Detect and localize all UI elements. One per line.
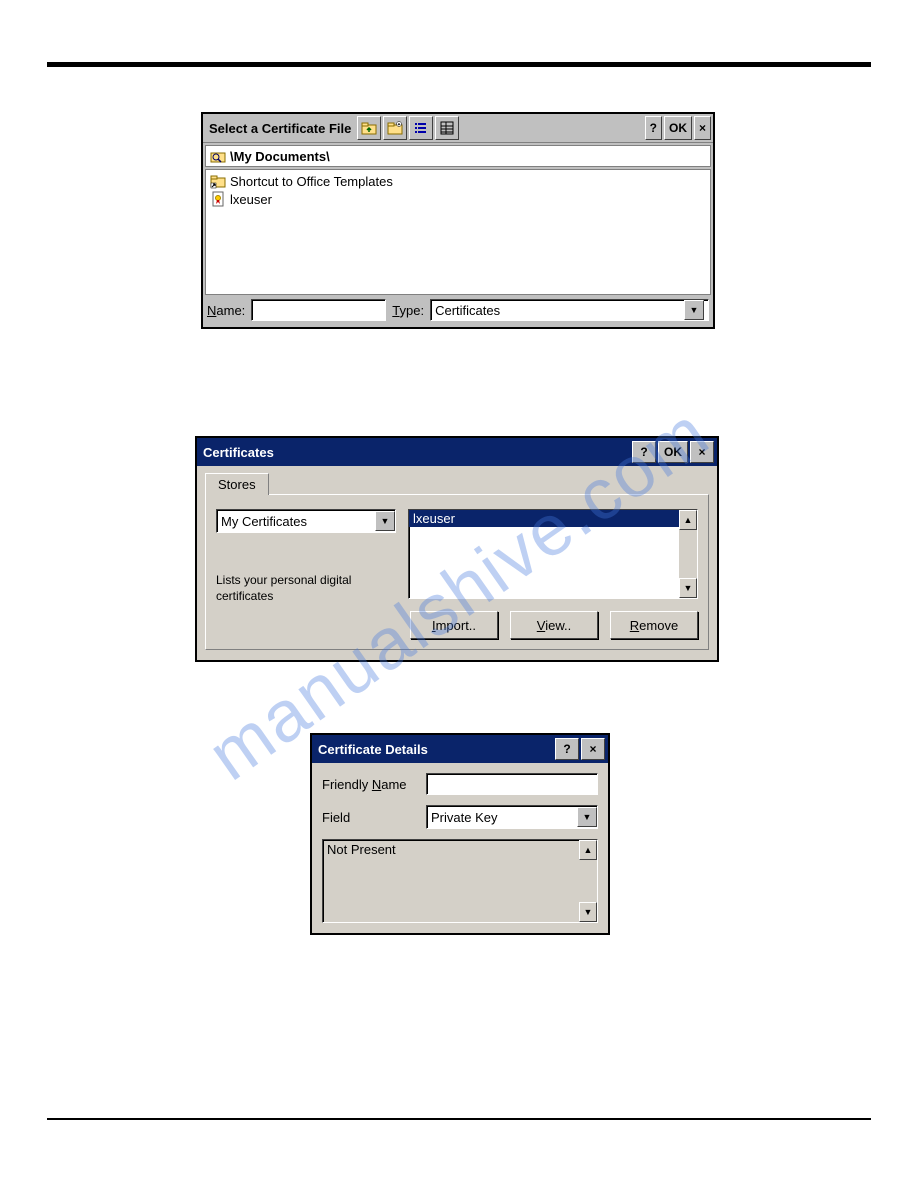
type-value: Certificates — [435, 303, 500, 318]
dialog2-titlebar: Certificates ? OK × — [197, 438, 717, 466]
top-rule — [47, 62, 871, 67]
folder-up-icon — [361, 120, 377, 136]
list-icon — [413, 120, 429, 136]
view-button[interactable]: View.. — [510, 611, 598, 639]
search-folder-icon — [210, 148, 226, 164]
details-view-button[interactable] — [435, 116, 459, 140]
dialog2-title: Certificates — [203, 445, 630, 460]
scrollbar[interactable]: ▲ ▼ — [579, 840, 597, 922]
file-name: lxeuser — [230, 192, 272, 207]
certificates-dialog: Certificates ? OK × Stores My Certificat… — [195, 436, 719, 662]
name-input[interactable] — [251, 299, 386, 321]
select-cert-file-dialog: Select a Certificate File ✦ ? OK × \My D… — [201, 112, 715, 329]
list-item[interactable]: lxeuser — [208, 190, 708, 208]
friendly-name-input[interactable] — [426, 773, 598, 795]
type-select[interactable]: Certificates ▼ — [430, 299, 709, 321]
close-button[interactable]: × — [694, 116, 711, 140]
scroll-up-icon[interactable]: ▲ — [679, 510, 697, 530]
field-select[interactable]: Private Key ▼ — [426, 805, 598, 829]
up-folder-button[interactable] — [357, 116, 381, 140]
chevron-down-icon: ▼ — [375, 511, 395, 531]
file-list[interactable]: Shortcut to Office Templates lxeuser — [205, 169, 711, 295]
cert-listbox[interactable]: lxeuser ▲ ▼ — [408, 509, 698, 599]
cert-file-icon — [210, 191, 226, 207]
type-label: Type: — [392, 303, 424, 318]
friendly-name-label: Friendly Name — [322, 777, 418, 792]
bottom-rule — [47, 1118, 871, 1120]
ok-button[interactable]: OK — [658, 441, 688, 463]
name-label: Name: — [207, 303, 245, 318]
scroll-up-icon[interactable]: ▲ — [579, 840, 597, 860]
tab-stores[interactable]: Stores — [205, 473, 269, 495]
scroll-down-icon[interactable]: ▼ — [679, 578, 697, 598]
dialog1-bottom: Name: Type: Certificates ▼ — [203, 295, 713, 327]
stores-panel: My Certificates ▼ Lists your personal di… — [205, 494, 709, 650]
store-value: My Certificates — [221, 514, 375, 529]
remove-button[interactable]: Remove — [610, 611, 698, 639]
details-value: Not Present — [323, 840, 579, 922]
folder-new-icon: ✦ — [387, 120, 403, 136]
dialog1-title: Select a Certificate File — [205, 121, 355, 136]
list-item[interactable]: Shortcut to Office Templates — [208, 172, 708, 190]
folder-shortcut-icon — [210, 173, 226, 189]
svg-text:✦: ✦ — [397, 122, 401, 128]
scroll-down-icon[interactable]: ▼ — [579, 902, 597, 922]
dialog3-titlebar: Certificate Details ? × — [312, 735, 608, 763]
import-button[interactable]: Import.. — [410, 611, 498, 639]
dialog3-body: Friendly Name Field Private Key ▼ Not Pr… — [312, 763, 608, 933]
file-name: Shortcut to Office Templates — [230, 174, 393, 189]
cert-details-dialog: Certificate Details ? × Friendly Name Fi… — [310, 733, 610, 935]
help-button[interactable]: ? — [645, 116, 662, 140]
new-folder-button[interactable]: ✦ — [383, 116, 407, 140]
chevron-down-icon: ▼ — [684, 300, 704, 320]
list-view-button[interactable] — [409, 116, 433, 140]
store-description: Lists your personal digital certificates — [216, 573, 396, 604]
store-select[interactable]: My Certificates ▼ — [216, 509, 396, 533]
dialog2-body: Stores My Certificates ▼ Lists your pers… — [197, 466, 717, 660]
path-text: \My Documents\ — [230, 149, 330, 164]
close-button[interactable]: × — [690, 441, 714, 463]
ok-button[interactable]: OK — [664, 116, 692, 140]
help-button[interactable]: ? — [632, 441, 656, 463]
help-button[interactable]: ? — [555, 738, 579, 760]
details-icon — [439, 120, 455, 136]
field-value: Private Key — [431, 810, 577, 825]
dialog3-title: Certificate Details — [318, 742, 553, 757]
path-bar[interactable]: \My Documents\ — [205, 145, 711, 167]
close-button[interactable]: × — [581, 738, 605, 760]
field-label: Field — [322, 810, 418, 825]
scrollbar[interactable]: ▲ ▼ — [679, 510, 697, 598]
details-textarea[interactable]: Not Present ▲ ▼ — [322, 839, 598, 923]
chevron-down-icon: ▼ — [577, 807, 597, 827]
list-item[interactable]: lxeuser — [409, 510, 679, 527]
dialog1-titlebar: Select a Certificate File ✦ ? OK × — [203, 114, 713, 143]
